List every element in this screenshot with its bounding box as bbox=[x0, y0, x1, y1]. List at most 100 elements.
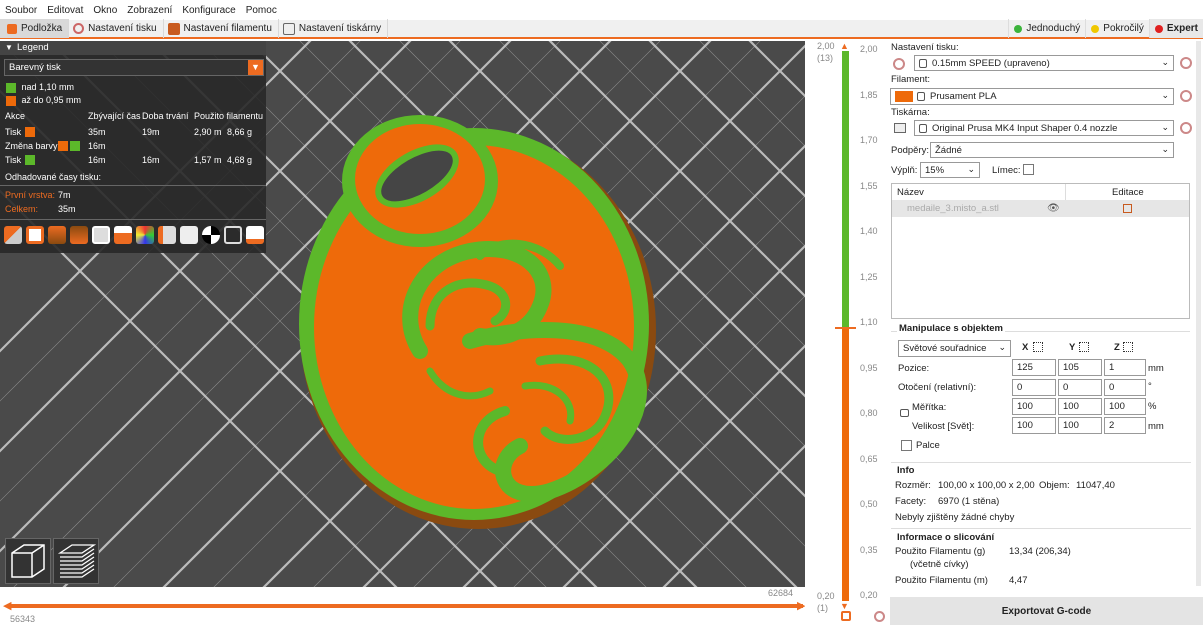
rotation-z-field[interactable]: 0 bbox=[1104, 379, 1146, 396]
slider-tick-label: 1,10 bbox=[860, 317, 878, 327]
export-gcode-button[interactable]: Exportovat G-code bbox=[890, 597, 1203, 625]
object-list: Název Editace medaile_3.misto_a.stl 👁 bbox=[891, 183, 1190, 319]
slider-tick-label: 1,40 bbox=[860, 226, 878, 236]
slider-tick-label: 1,70 bbox=[860, 135, 878, 145]
filament-weight-label: Použito Filamentu (g) bbox=[895, 546, 986, 557]
vertical-slider[interactable]: 2,00 (13) ▲ ▼ 0,20 (1) 2,00 1,85 1,70 1,55 1… bbox=[805, 41, 890, 625]
print-profile-select[interactable]: 0.15mm SPEED (upraveno) ⌄ bbox=[914, 55, 1174, 71]
scale-x-field[interactable]: 100 bbox=[1012, 398, 1056, 415]
rotation-x-field[interactable]: 0 bbox=[1012, 379, 1056, 396]
scale-z-field[interactable]: 100 bbox=[1104, 398, 1146, 415]
supports-select[interactable]: Žádné ⌄ bbox=[930, 142, 1174, 158]
slider-tick-label: 2,00 bbox=[860, 44, 878, 54]
menu-pomoc[interactable]: Pomoc bbox=[246, 5, 277, 16]
menu-konfigurace[interactable]: Konfigurace bbox=[182, 5, 235, 16]
divider bbox=[0, 219, 266, 220]
coordinate-system-select[interactable]: Světové souřadnice ⌄ bbox=[898, 340, 1011, 357]
slider-bottom-thumb[interactable]: ▼ bbox=[840, 601, 849, 611]
scrollbar[interactable] bbox=[1196, 41, 1201, 586]
lock-icon[interactable] bbox=[900, 409, 909, 417]
scale-unit: % bbox=[1148, 401, 1157, 412]
cog-icon[interactable] bbox=[874, 611, 885, 622]
lock-icon[interactable] bbox=[841, 611, 851, 621]
filament-select[interactable]: Prusament PLA ⌄ bbox=[890, 88, 1174, 105]
slider-tick-label: 0,65 bbox=[860, 453, 878, 464]
info-title: Info bbox=[897, 465, 915, 476]
position-x-field[interactable]: 125 bbox=[1012, 359, 1056, 376]
cog-icon bbox=[73, 23, 85, 34]
printer-select[interactable]: Original Prusa MK4 Input Shaper 0.4 nozz… bbox=[914, 120, 1174, 136]
slider-tick-label: 1,85 bbox=[860, 89, 878, 100]
inches-label: Palce bbox=[916, 440, 940, 451]
object-name: medaile_3.misto_a.stl bbox=[907, 203, 999, 214]
eye-icon[interactable]: 👁 bbox=[1047, 203, 1060, 214]
filament-label: Filament: bbox=[891, 74, 931, 85]
scale-y-field[interactable]: 100 bbox=[1058, 398, 1102, 415]
center-of-gravity-icon[interactable] bbox=[202, 226, 220, 244]
legend-header[interactable]: ▼ Legend bbox=[0, 41, 266, 55]
infill-select[interactable]: 15% ⌄ bbox=[920, 162, 980, 178]
view-3d-toggle[interactable] bbox=[5, 538, 51, 584]
custom-gcode-icon[interactable] bbox=[180, 226, 198, 244]
position-y-field[interactable]: 105 bbox=[1058, 359, 1102, 376]
printer-icon bbox=[894, 123, 906, 133]
size-info-label: Rozměr: bbox=[895, 480, 931, 491]
menu-editovat[interactable]: Editovat bbox=[47, 5, 83, 16]
menu-okno[interactable]: Okno bbox=[93, 5, 117, 16]
seams-icon[interactable] bbox=[92, 226, 110, 244]
filament-color-swatch[interactable] bbox=[895, 91, 913, 102]
tab-plater[interactable]: Podložka bbox=[0, 19, 70, 38]
slider-tick-label: 1,25 bbox=[860, 271, 878, 282]
tab-filament-settings[interactable]: Nastavení filamentu bbox=[164, 19, 279, 38]
shells-icon[interactable] bbox=[224, 226, 242, 244]
brim-checkbox[interactable] bbox=[1023, 164, 1034, 175]
mode-advanced[interactable]: Pokročilý bbox=[1085, 19, 1149, 38]
slider-top-thumb[interactable]: ▲ bbox=[840, 41, 852, 51]
tab-printer-settings[interactable]: Nastavení tiskárny bbox=[279, 19, 389, 38]
tool-marker-icon[interactable] bbox=[246, 226, 264, 244]
view-type-select[interactable]: Barevný tisk ▼ bbox=[4, 59, 264, 76]
settings-panel: Nastavení tisku: 0.15mm SPEED (upraveno)… bbox=[890, 41, 1203, 625]
position-z-field[interactable]: 1 bbox=[1104, 359, 1146, 376]
color-change-tick[interactable] bbox=[835, 327, 856, 329]
horizontal-slider[interactable]: ◀ ▶ 56343 62684 ↻ bbox=[0, 587, 820, 625]
mode-dot-icon bbox=[1014, 24, 1023, 33]
cog-icon[interactable] bbox=[1180, 90, 1192, 102]
filament-weight-sub: (včetně cívky) bbox=[910, 559, 969, 570]
volume-label: Objem: bbox=[1039, 480, 1070, 491]
infill-label: Výplň: bbox=[891, 165, 918, 176]
deretractions-icon[interactable] bbox=[70, 226, 88, 244]
cube-icon bbox=[11, 544, 45, 578]
tool-changes-icon[interactable] bbox=[114, 226, 132, 244]
travel-icon[interactable] bbox=[4, 226, 22, 244]
divider bbox=[0, 185, 266, 186]
retractions-icon[interactable] bbox=[48, 226, 66, 244]
tab-label: Nastavení tisku bbox=[88, 23, 157, 34]
rotation-y-field[interactable]: 0 bbox=[1058, 379, 1102, 396]
mode-simple[interactable]: Jednoduchý bbox=[1008, 19, 1085, 38]
size-z-field[interactable]: 2 bbox=[1104, 417, 1146, 434]
slider-bottom-value: 0,20 bbox=[817, 591, 835, 601]
mode-expert[interactable]: Expert bbox=[1148, 19, 1203, 38]
pause-prints-icon[interactable] bbox=[158, 226, 176, 244]
slider-right-value: 62684 bbox=[768, 588, 794, 598]
slider-bottom-layer: (1) bbox=[817, 603, 828, 613]
color-changes-icon[interactable] bbox=[136, 226, 154, 244]
color-swatch bbox=[25, 127, 35, 137]
cog-icon[interactable] bbox=[1180, 122, 1192, 134]
slider-thumb-left[interactable]: ◀ bbox=[3, 599, 11, 612]
legend-range-low: až do 0,95 mm bbox=[6, 95, 81, 106]
size-y-field[interactable]: 100 bbox=[1058, 417, 1102, 434]
menu-soubor[interactable]: Soubor bbox=[5, 5, 37, 16]
inches-checkbox[interactable] bbox=[901, 440, 912, 451]
wipe-icon[interactable] bbox=[26, 226, 44, 244]
chevron-down-icon: ⌄ bbox=[1161, 90, 1169, 100]
edit-icon[interactable] bbox=[1123, 204, 1132, 213]
tab-print-settings[interactable]: Nastavení tisku bbox=[69, 19, 164, 38]
chevron-down-icon: ⌄ bbox=[1161, 144, 1169, 154]
view-layers-toggle[interactable] bbox=[53, 538, 99, 584]
size-x-field[interactable]: 100 bbox=[1012, 417, 1056, 434]
menu-zobrazeni[interactable]: Zobrazení bbox=[127, 5, 172, 16]
cog-icon[interactable] bbox=[1180, 57, 1192, 69]
object-row[interactable]: medaile_3.misto_a.stl 👁 bbox=[892, 200, 1189, 217]
